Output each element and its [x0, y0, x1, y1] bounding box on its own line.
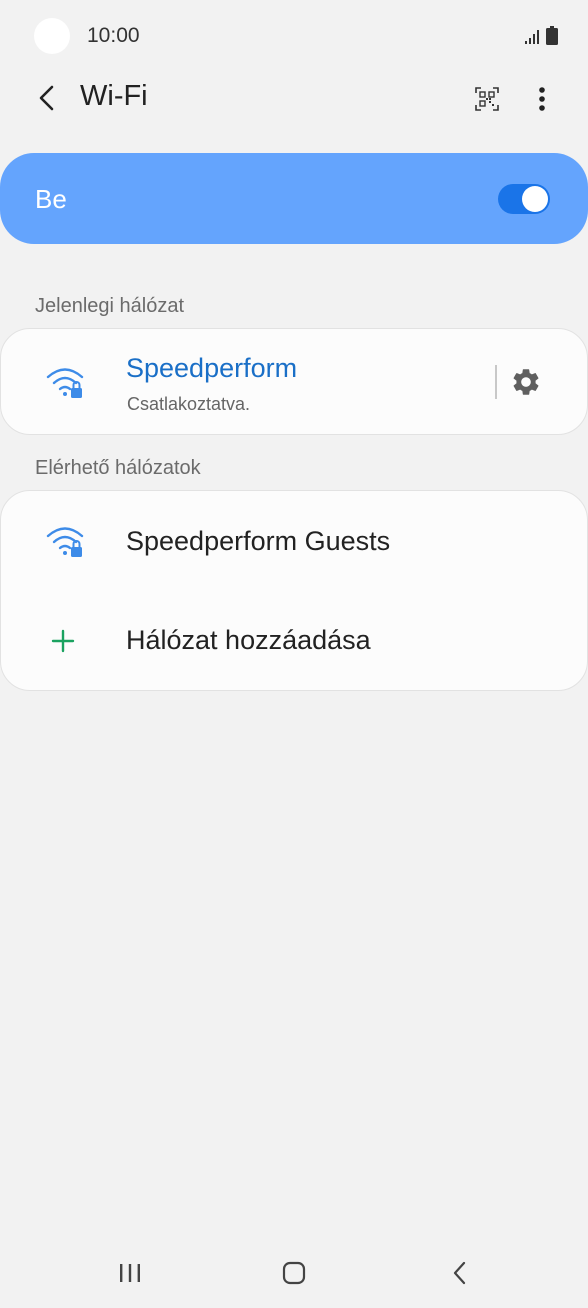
status-time: 10:00 [87, 24, 140, 47]
wifi-switch[interactable] [498, 184, 550, 214]
add-network-label: Hálózat hozzáadása [126, 625, 371, 655]
page-title: Wi-Fi [80, 80, 148, 112]
recent-apps-icon [120, 1264, 140, 1282]
add-network-item[interactable]: Hálózat hozzáadása [1, 591, 587, 690]
current-network-header: Jelenlegi hálózat [35, 295, 184, 317]
back-icon [453, 1261, 466, 1285]
app-header: Wi-Fi [0, 72, 588, 124]
home-icon [282, 1261, 306, 1285]
current-network-status: Csatlakoztatva. [127, 394, 251, 414]
available-networks-card: Speedperform Guests Hálózat hozzáadása [0, 490, 588, 691]
signal-icon [525, 30, 539, 44]
back-arrow-icon [39, 85, 54, 111]
plus-icon [51, 629, 75, 653]
divider [495, 365, 497, 399]
wifi-lock-icon [46, 368, 84, 398]
current-network-name: Speedperform [126, 353, 298, 383]
nav-back-button[interactable] [440, 1258, 480, 1288]
home-button[interactable] [274, 1258, 314, 1288]
notification-dot-icon [34, 18, 70, 54]
qr-code-icon [475, 87, 499, 111]
qr-code-button[interactable] [470, 82, 504, 116]
recent-apps-button[interactable] [110, 1258, 150, 1288]
status-bar: 10:00 [0, 0, 588, 72]
switch-knob [522, 186, 548, 212]
network-settings-button[interactable] [507, 363, 545, 401]
current-network-item[interactable]: Speedperform Csatlakoztatva. [1, 329, 481, 434]
current-network-card: Speedperform Csatlakoztatva. [0, 328, 588, 435]
navigation-bar [0, 1240, 588, 1308]
available-networks-header: Elérhető hálózatok [35, 457, 201, 479]
wifi-master-label: Be [35, 184, 67, 214]
more-options-button[interactable] [526, 80, 558, 118]
wifi-master-toggle[interactable]: Be [0, 153, 588, 244]
back-button[interactable] [28, 78, 64, 118]
network-item-speedperform-guests[interactable]: Speedperform Guests [1, 491, 587, 591]
status-icons [524, 26, 558, 45]
gear-icon [513, 369, 539, 395]
more-vert-icon [539, 87, 545, 111]
battery-icon [546, 26, 558, 45]
network-name: Speedperform Guests [126, 526, 391, 556]
wifi-lock-icon [46, 527, 84, 557]
